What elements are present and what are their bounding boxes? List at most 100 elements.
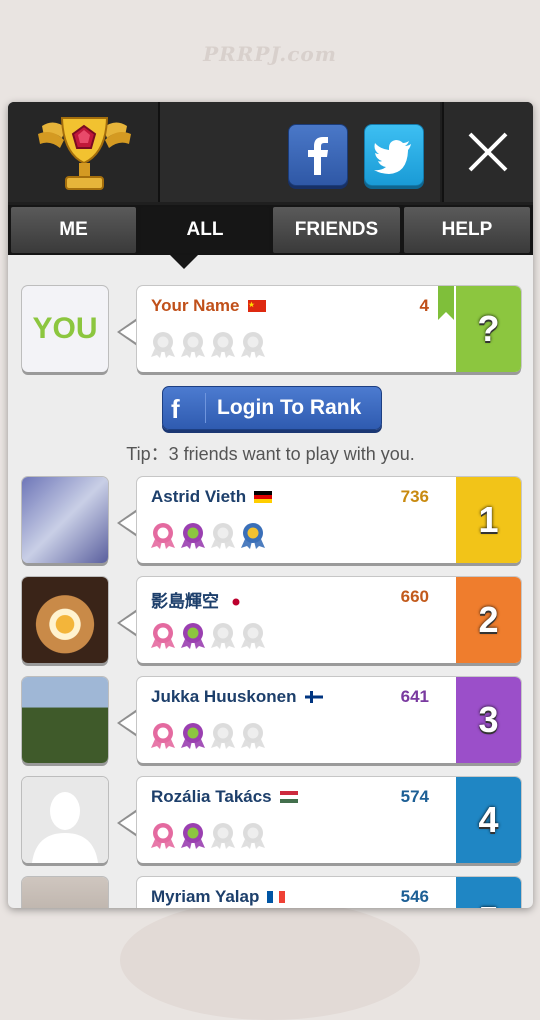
player-avatar	[22, 577, 108, 663]
player-card[interactable]: Astrid Vieth 736 1	[137, 477, 521, 563]
tab-bar: ME ALL FRIENDS HELP	[8, 205, 533, 255]
player-name: Rozália Takács	[151, 787, 272, 806]
player-name-line: Jukka Huuskonen	[151, 687, 323, 708]
watermark: PRRPJ.com	[203, 42, 337, 66]
twitter-share-button[interactable]	[364, 124, 424, 186]
player-avatar	[22, 777, 108, 863]
tip-text: Tip：3 friends want to play with you.	[126, 444, 415, 464]
achievement-badge-icon	[209, 523, 239, 549]
bubble-tail	[120, 711, 138, 735]
achievement-badge-icon	[179, 823, 209, 849]
tab-me[interactable]: ME	[11, 207, 136, 253]
player-name: Myriam Yalap	[151, 887, 260, 906]
player-rank: 4	[456, 777, 521, 863]
player-avatar	[22, 677, 108, 763]
player-name: 影島輝空	[151, 592, 219, 611]
my-name-line: Your Name	[151, 296, 266, 317]
flag-icon	[254, 488, 273, 508]
header	[8, 102, 533, 205]
leaderboard-row[interactable]: Rozália Takács 574 4	[8, 777, 533, 869]
badge-row	[149, 821, 269, 853]
bubble-tail	[120, 611, 138, 635]
player-score: 546	[400, 887, 429, 906]
player-rank: 3	[456, 677, 521, 763]
close-area	[442, 102, 533, 202]
my-score: 4	[419, 296, 429, 315]
twitter-bird-icon	[374, 140, 411, 174]
default-person-icon	[22, 777, 108, 863]
background-decoration	[120, 900, 420, 1020]
bubble-tail	[120, 811, 138, 835]
flag-icon	[267, 888, 286, 908]
leaderboard-row[interactable]: Astrid Vieth 736 1	[8, 477, 533, 569]
badge-row	[149, 621, 269, 653]
facebook-share-button[interactable]	[288, 124, 348, 186]
achievement-badge-icon	[209, 823, 239, 849]
badge-row	[149, 330, 269, 362]
tab-friends[interactable]: FRIENDS	[273, 207, 400, 253]
my-avatar: YOU	[22, 286, 108, 372]
facebook-f-icon: f	[171, 394, 180, 424]
leaderboard-row[interactable]: Myriam Yalap 546 5	[8, 877, 533, 908]
player-score: 736	[400, 487, 429, 506]
achievement-badge-icon	[149, 823, 179, 849]
achievement-badge-icon	[239, 623, 269, 649]
achievement-badge-icon	[209, 723, 239, 749]
facebook-icon	[308, 137, 328, 175]
player-avatar	[22, 877, 108, 908]
player-card[interactable]: Jukka Huuskonen 641 3	[137, 677, 521, 763]
bookmark-ribbon-icon	[438, 286, 454, 320]
achievement-badge-icon	[179, 332, 209, 358]
player-rank: 2	[456, 577, 521, 663]
active-tab-pointer	[170, 255, 198, 269]
badge-row	[149, 721, 269, 753]
player-score: 660	[400, 587, 429, 606]
you-label: YOU	[32, 312, 98, 345]
close-icon[interactable]	[466, 130, 510, 174]
achievement-badge-icon	[149, 623, 179, 649]
flag-icon	[247, 297, 266, 317]
divider	[205, 393, 206, 423]
player-score: 641	[400, 687, 429, 706]
achievement-badge-icon	[179, 623, 209, 649]
my-rank-row: YOU Your Name 4 ?	[8, 286, 533, 378]
bubble-tail	[120, 511, 138, 535]
player-card[interactable]: 影島輝空 660 2	[137, 577, 521, 663]
winged-trophy-icon	[38, 117, 131, 190]
achievement-badge-icon	[179, 523, 209, 549]
my-rank: ?	[456, 286, 521, 372]
player-name-line: 影島輝空	[151, 587, 245, 613]
leaderboard-row[interactable]: 影島輝空 660 2	[8, 577, 533, 669]
login-to-rank-button[interactable]: f Login To Rank	[162, 386, 382, 430]
badge-row	[149, 521, 269, 553]
player-name: Astrid Vieth	[151, 487, 247, 506]
achievement-badge-icon	[179, 723, 209, 749]
flag-icon	[227, 593, 245, 613]
player-avatar	[22, 477, 108, 563]
flag-icon	[279, 788, 298, 808]
player-rank: 5	[456, 877, 521, 908]
player-name-line: Myriam Yalap	[151, 887, 286, 908]
tab-all[interactable]: ALL	[141, 207, 269, 253]
leaderboard-row[interactable]: Jukka Huuskonen 641 3	[8, 677, 533, 769]
bubble-tail	[120, 320, 138, 344]
achievement-badge-icon	[239, 823, 269, 849]
player-name-line: Astrid Vieth	[151, 487, 273, 508]
achievement-badge-icon	[239, 332, 269, 358]
leaderboard-panel: ME ALL FRIENDS HELP YOU Your Name 4 ? f …	[8, 102, 533, 908]
login-label: Login To Rank	[217, 396, 362, 419]
achievement-badge-icon	[239, 723, 269, 749]
my-rank-card[interactable]: Your Name 4 ?	[137, 286, 521, 372]
achievement-badge-icon	[239, 523, 269, 549]
achievement-badge-icon	[209, 623, 239, 649]
achievement-badge-icon	[149, 332, 179, 358]
player-name-line: Rozália Takács	[151, 787, 298, 808]
player-rank: 1	[456, 477, 521, 563]
achievement-badge-icon	[149, 723, 179, 749]
player-card[interactable]: Rozália Takács 574 4	[137, 777, 521, 863]
achievement-badge-icon	[149, 523, 179, 549]
trophy-area	[8, 102, 160, 202]
player-name: Jukka Huuskonen	[151, 687, 297, 706]
tab-help[interactable]: HELP	[404, 207, 530, 253]
player-card[interactable]: Myriam Yalap 546 5	[137, 877, 521, 908]
